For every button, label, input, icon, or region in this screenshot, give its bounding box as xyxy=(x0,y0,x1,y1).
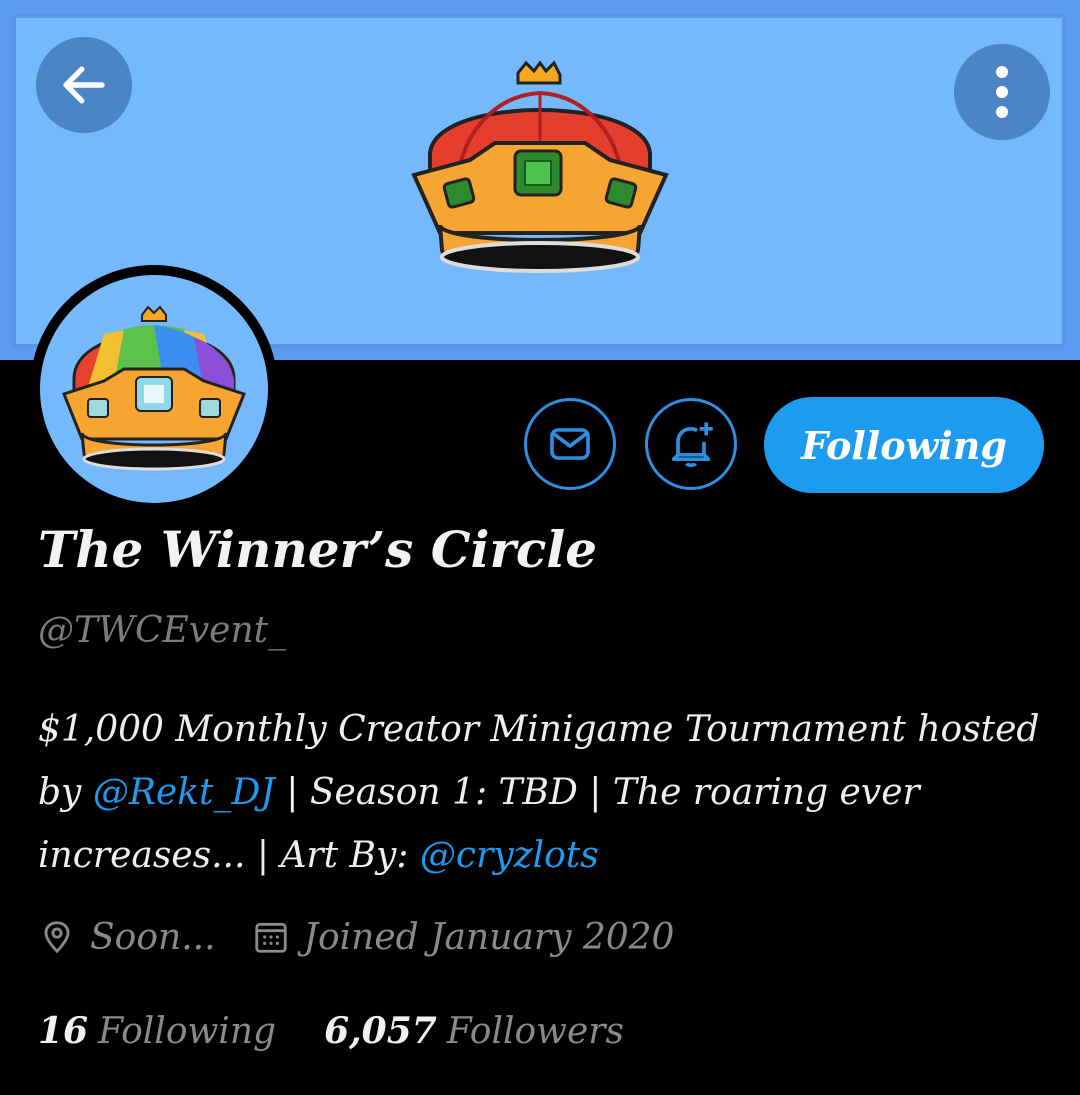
joined-date-text: Joined January 2020 xyxy=(303,916,675,958)
bio-mention-link[interactable]: @cryzlots xyxy=(420,835,599,876)
following-button[interactable]: Following xyxy=(764,397,1044,493)
message-button[interactable] xyxy=(524,398,616,490)
crown-banner-image xyxy=(411,60,669,273)
following-link[interactable]: 16 Following xyxy=(38,1010,276,1052)
followers-link[interactable]: 6,057 Followers xyxy=(324,1010,624,1052)
rainbow-crown-image xyxy=(62,305,246,471)
location-text: Soon... xyxy=(90,916,216,958)
following-label: Following xyxy=(98,1011,277,1052)
more-options-button[interactable] xyxy=(954,44,1050,140)
notifications-button[interactable] xyxy=(645,398,737,490)
follow-stats: 16 Following 6,057 Followers xyxy=(38,1006,624,1056)
mail-icon xyxy=(550,428,590,460)
avatar-image xyxy=(40,275,268,503)
followers-count: 6,057 xyxy=(324,1010,437,1052)
profile-bio: $1,000 Monthly Creator Minigame Tourname… xyxy=(38,698,1048,887)
bio-mention-link[interactable]: @Rekt_DJ xyxy=(93,772,275,813)
back-button[interactable] xyxy=(36,37,132,133)
profile-name: The Winner’s Circle xyxy=(38,520,598,579)
bell-plus-icon xyxy=(671,422,713,467)
profile-avatar[interactable] xyxy=(30,265,278,513)
profile-handle: @TWCEvent_ xyxy=(38,610,287,651)
calendar-icon xyxy=(252,918,290,956)
arrow-left-icon xyxy=(63,66,105,104)
followers-label: Followers xyxy=(446,1011,624,1052)
more-vertical-icon xyxy=(996,66,1008,118)
location-pin-icon xyxy=(38,918,76,956)
following-count: 16 xyxy=(38,1010,89,1052)
profile-meta: Soon... Joined January 2020 xyxy=(38,912,674,962)
